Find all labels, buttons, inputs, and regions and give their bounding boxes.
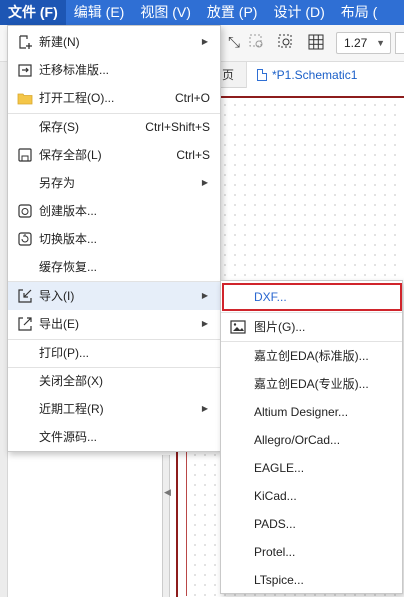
import-item-label: 嘉立创EDA(专业版)...	[254, 377, 369, 391]
import-item-eagle[interactable]: EAGLE...	[221, 454, 402, 482]
menu-item-import[interactable]: 导入(I) ▶	[8, 282, 220, 310]
import-item-kicad[interactable]: KiCad...	[221, 482, 402, 510]
menu-item-shortcut: Ctrl+S	[176, 148, 210, 162]
switch-version-icon	[17, 231, 33, 247]
menu-item-label: 迁移标准版...	[39, 63, 110, 77]
document-icon	[257, 69, 267, 81]
import-item-label: PADS...	[254, 517, 296, 531]
zoom-value: 1.27	[344, 36, 368, 50]
menu-item-label: 保存(S)	[39, 120, 79, 134]
new-file-icon	[17, 34, 33, 50]
menu-item-close-all[interactable]: 关闭全部(X)	[8, 367, 220, 395]
zoom-select[interactable]: 1.27 ▼	[336, 32, 391, 54]
create-version-icon	[17, 203, 33, 219]
import-item-protel[interactable]: Protel...	[221, 538, 402, 566]
menu-item-label: 新建(N)	[39, 35, 80, 49]
menu-item-label: 近期工程(R)	[39, 402, 104, 416]
menu-item-migrate[interactable]: 迁移标准版...	[8, 56, 220, 84]
menu-item-label: 另存为	[39, 176, 76, 190]
menu-item-label: 导入(I)	[39, 289, 75, 303]
menu-item-label: 打印(P)...	[39, 346, 89, 360]
folder-icon	[17, 90, 33, 106]
menu-item-print[interactable]: 打印(P)...	[8, 339, 220, 367]
menu-item-save[interactable]: 保存(S) Ctrl+Shift+S	[8, 113, 220, 141]
menu-item-label: 导出(E)	[39, 317, 79, 331]
menu-item-save-as[interactable]: 另存为 ▶	[8, 169, 220, 197]
import-submenu: DXF... 图片(G)... 嘉立创EDA(标准版)... 嘉立创EDA(专业…	[220, 280, 403, 594]
menu-file[interactable]: 文件 (F)	[0, 0, 66, 25]
import-icon	[17, 288, 33, 304]
import-item-label: EAGLE...	[254, 461, 305, 475]
menu-item-label: 关闭全部(X)	[39, 374, 103, 388]
highlight-box	[222, 283, 402, 311]
tab-partial[interactable]: 页	[222, 62, 234, 88]
migrate-icon	[17, 62, 33, 78]
menu-item-shortcut: Ctrl+Shift+S	[145, 120, 210, 134]
import-item-label: KiCad...	[254, 489, 297, 503]
file-menu: 新建(N) ▶ 迁移标准版... 打开工程(O)... Ctrl+O 保存(S)…	[7, 25, 221, 452]
menu-item-recent-projects[interactable]: 近期工程(R) ▶	[8, 395, 220, 423]
fit-icon[interactable]: ⤡	[224, 33, 244, 53]
submenu-arrow-icon: ▶	[201, 404, 208, 413]
zoom-area-icon[interactable]	[248, 33, 268, 53]
import-item-label: Allegro/OrCad...	[254, 433, 341, 447]
import-item-jlc-std[interactable]: 嘉立创EDA(标准版)...	[221, 342, 402, 370]
panel-splitter[interactable]	[162, 455, 170, 597]
import-item-jlc-pro[interactable]: 嘉立创EDA(专业版)...	[221, 370, 402, 398]
import-item-label: Protel...	[254, 545, 296, 559]
menu-item-label: 缓存恢复...	[39, 260, 98, 274]
export-icon	[17, 316, 33, 332]
menu-item-create-version[interactable]: 创建版本...	[8, 197, 220, 225]
menu-item-open-project[interactable]: 打开工程(O)... Ctrl+O	[8, 84, 220, 112]
collapse-arrow-icon[interactable]: ◀	[164, 487, 171, 498]
menu-view[interactable]: 视图 (V)	[132, 0, 199, 25]
menu-item-label: 创建版本...	[39, 204, 98, 218]
import-item-pads[interactable]: PADS...	[221, 510, 402, 538]
submenu-arrow-icon: ▶	[201, 291, 208, 300]
import-item-label: 嘉立创EDA(标准版)...	[254, 349, 369, 363]
submenu-arrow-icon: ▶	[201, 319, 208, 328]
grid-icon[interactable]	[307, 33, 327, 53]
submenu-arrow-icon: ▶	[201, 178, 208, 187]
menu-item-cache-restore[interactable]: 缓存恢复...	[8, 253, 220, 281]
import-item-image[interactable]: 图片(G)...	[221, 313, 402, 341]
menu-item-new[interactable]: 新建(N) ▶	[8, 28, 220, 56]
menu-edit[interactable]: 编辑 (E)	[66, 0, 133, 25]
zoom-select-icon[interactable]	[277, 33, 297, 53]
import-item-label: Altium Designer...	[254, 405, 349, 419]
save-icon	[17, 147, 33, 163]
menu-design[interactable]: 设计 (D)	[265, 0, 332, 25]
toolbar-overflow[interactable]	[395, 32, 404, 54]
menu-item-file-source[interactable]: 文件源码...	[8, 423, 220, 451]
import-item-label: 图片(G)...	[254, 320, 306, 334]
menu-layout[interactable]: 布局 (	[333, 0, 386, 25]
import-item-ltspice[interactable]: LTspice...	[221, 566, 402, 594]
image-icon	[230, 320, 246, 334]
menu-item-label: 保存全部(L)	[39, 148, 102, 162]
chevron-down-icon: ▼	[376, 38, 385, 48]
menu-item-label: 打开工程(O)...	[39, 91, 115, 105]
menu-item-save-all[interactable]: 保存全部(L) Ctrl+S	[8, 141, 220, 169]
menu-place[interactable]: 放置 (P)	[199, 0, 266, 25]
menubar: 文件 (F) 编辑 (E) 视图 (V) 放置 (P) 设计 (D) 布局 (	[0, 0, 404, 25]
submenu-arrow-icon: ▶	[201, 37, 208, 46]
import-item-altium[interactable]: Altium Designer...	[221, 398, 402, 426]
tab-schematic-label: *P1.Schematic1	[272, 68, 358, 82]
menu-item-label: 文件源码...	[39, 430, 98, 444]
import-item-label: LTspice...	[254, 573, 304, 587]
menu-item-export[interactable]: 导出(E) ▶	[8, 310, 220, 338]
menu-item-label: 切换版本...	[39, 232, 98, 246]
menu-item-shortcut: Ctrl+O	[174, 91, 210, 105]
menu-item-switch-version[interactable]: 切换版本...	[8, 225, 220, 253]
tab-schematic[interactable]: *P1.Schematic1	[246, 62, 404, 88]
import-item-allegro[interactable]: Allegro/OrCad...	[221, 426, 402, 454]
